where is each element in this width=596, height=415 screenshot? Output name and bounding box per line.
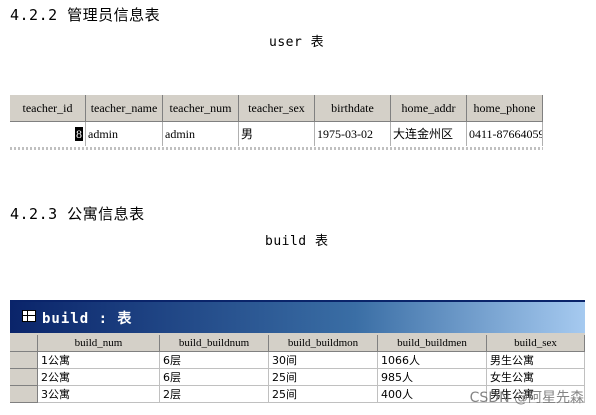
table-cell[interactable]: admin xyxy=(163,122,239,146)
table-caption-build: build 表 xyxy=(265,234,329,249)
table-cell[interactable]: 6层 xyxy=(160,352,269,369)
table-cell[interactable]: 25间 xyxy=(269,369,378,386)
table-cell[interactable]: 2层 xyxy=(160,386,269,403)
column-header[interactable]: build_sex xyxy=(487,335,585,352)
column-header[interactable]: teacher_num xyxy=(163,95,239,121)
watermark: CSDN @阿星先森 xyxy=(469,390,584,406)
table-cell[interactable]: 30间 xyxy=(269,352,378,369)
column-header[interactable]: teacher_id xyxy=(10,95,86,121)
column-header[interactable]: build_num xyxy=(38,335,160,352)
column-header[interactable]: home_phone xyxy=(467,95,543,121)
table-row[interactable]: 1公寓 6层 30间 1066人 男生公寓 xyxy=(10,352,585,369)
section-heading-build: 4.2.3 公寓信息表 xyxy=(10,205,145,223)
table-cell[interactable]: admin xyxy=(86,122,163,146)
table-row[interactable]: 2公寓 6层 25间 985人 女生公寓 xyxy=(10,369,585,386)
column-header[interactable]: teacher_sex xyxy=(239,95,315,121)
table-cell[interactable]: 女生公寓 xyxy=(487,369,585,386)
column-header[interactable]: build_buildnum xyxy=(160,335,269,352)
table-cell[interactable]: 8 xyxy=(10,122,86,146)
table-caption-user: user 表 xyxy=(269,35,325,50)
column-header[interactable]: birthdate xyxy=(315,95,391,121)
table-row[interactable]: 8 admin admin 男 1975-03-02 大连金州区 0411-87… xyxy=(10,122,543,146)
table-cell[interactable]: 1066人 xyxy=(378,352,487,369)
row-selector[interactable] xyxy=(10,369,38,386)
user-table: teacher_id teacher_name teacher_num teac… xyxy=(10,94,543,154)
table-cell[interactable]: 1975-03-02 xyxy=(315,122,391,146)
table-cell[interactable]: 0411-87664059 xyxy=(467,122,543,146)
table-cell[interactable]: 6层 xyxy=(160,369,269,386)
column-header[interactable]: build_buildmen xyxy=(378,335,487,352)
table-cell[interactable]: 男 xyxy=(239,122,315,146)
table-cell[interactable]: 985人 xyxy=(378,369,487,386)
table-cell[interactable]: 1公寓 xyxy=(38,352,160,369)
table-icon xyxy=(22,310,36,322)
select-all-corner[interactable] xyxy=(10,335,38,352)
datasheet-header: build_num build_buildnum build_buildmon … xyxy=(10,335,585,352)
column-header[interactable]: build_buildmon xyxy=(269,335,378,352)
column-header[interactable]: home_addr xyxy=(391,95,467,121)
table-cell[interactable]: 25间 xyxy=(269,386,378,403)
table-bottom-border xyxy=(10,147,543,150)
row-selector[interactable] xyxy=(10,386,38,403)
table-cell[interactable]: 男生公寓 xyxy=(487,352,585,369)
user-table-header: teacher_id teacher_name teacher_num teac… xyxy=(10,94,543,122)
window-title: build : 表 xyxy=(42,311,133,327)
column-header[interactable]: teacher_name xyxy=(86,95,163,121)
selected-cell-value[interactable]: 8 xyxy=(75,127,83,141)
table-cell[interactable]: 3公寓 xyxy=(38,386,160,403)
table-cell[interactable]: 2公寓 xyxy=(38,369,160,386)
table-cell[interactable]: 大连金州区 xyxy=(391,122,467,146)
section-heading-admin: 4.2.2 管理员信息表 xyxy=(10,6,161,24)
row-selector[interactable] xyxy=(10,352,38,369)
window-title-bar[interactable]: build : 表 xyxy=(10,302,585,333)
